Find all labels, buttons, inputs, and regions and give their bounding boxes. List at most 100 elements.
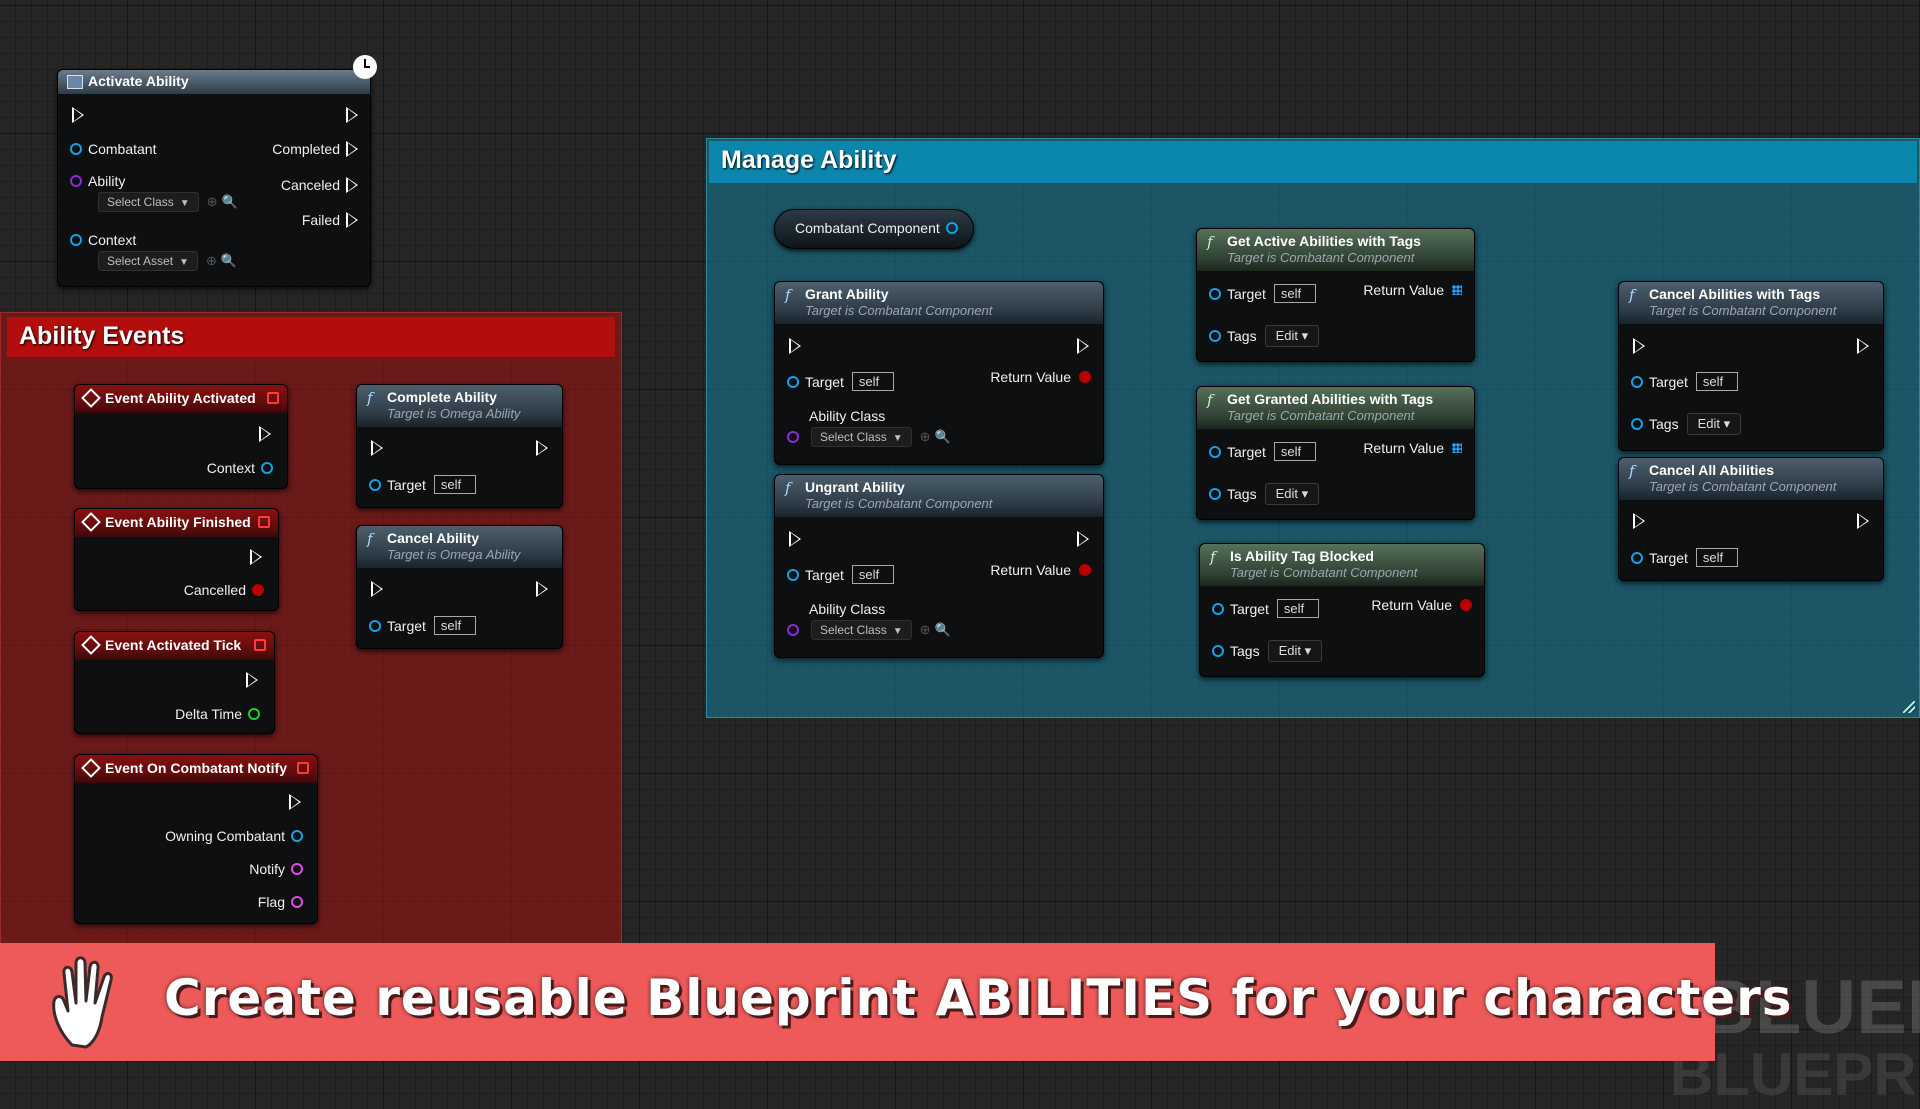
node-is-ability-tag-blocked[interactable]: f Is Ability Tag Blocked Target is Combata… [1199,543,1485,677]
edit-tags-button[interactable]: Edit ▾ [1267,640,1323,662]
return-value-pin[interactable] [1079,371,1091,383]
tags-pin[interactable] [1631,418,1643,430]
delegate-pin-icon[interactable] [258,516,270,528]
node-header[interactable]: Event Activated Tick [75,632,274,660]
exec-in-pin[interactable] [1633,513,1645,529]
combatant-pin[interactable] [70,143,82,155]
delegate-pin-icon[interactable] [297,762,309,774]
comment-header[interactable]: Manage Ability [709,141,1917,183]
exec-in-pin[interactable] [1633,338,1645,354]
use-selected-icon[interactable]: ⊕ [206,253,217,269]
delta-time-pin[interactable] [248,708,260,720]
self-value[interactable]: self [1695,372,1738,391]
node-header[interactable]: Event Ability Activated [75,385,287,413]
cancelled-bool-pin[interactable] [252,584,264,596]
node-header[interactable]: f Get Active Abilities with Tags Target is… [1197,229,1474,271]
self-value[interactable]: self [851,372,894,391]
target-pin[interactable] [1631,375,1643,388]
node-event-activated-tick[interactable]: Event Activated Tick Delta Time [74,631,275,734]
exec-out-pin[interactable] [1077,531,1089,547]
node-get-active-abilities-with-tags[interactable]: f Get Active Abilities with Tags Target is… [1196,228,1475,362]
target-pin[interactable] [787,375,799,388]
node-cancel-ability[interactable]: f Cancel Ability Target is Omega Ability T… [356,525,563,649]
node-cancel-all-abilities[interactable]: f Cancel All Abilities Target is Combatant… [1618,457,1884,581]
node-grant-ability[interactable]: f Grant Ability Target is Combatant Compon… [774,281,1104,465]
node-event-ability-activated[interactable]: Event Ability Activated Context [74,384,288,489]
return-value-pin[interactable] [1079,564,1091,576]
target-pin[interactable] [1209,445,1221,458]
select-class-dropdown[interactable]: Select Class ▼ [98,192,199,212]
node-ungrant-ability[interactable]: f Ungrant Ability Target is Combatant Comp… [774,474,1104,658]
target-pin[interactable] [369,619,381,632]
target-pin[interactable] [1209,287,1221,300]
ability-class-pin[interactable] [787,431,799,443]
node-complete-ability[interactable]: f Complete Ability Target is Omega Ability… [356,384,563,508]
ability-class-pin[interactable] [787,624,799,636]
node-get-granted-abilities-with-tags[interactable]: f Get Granted Abilities with Tags Target i… [1196,386,1475,520]
exec-in-pin[interactable] [789,338,801,354]
node-combatant-component[interactable]: Combatant Component [774,209,974,249]
self-value[interactable]: self [1695,548,1738,567]
delegate-pin-icon[interactable] [267,392,279,404]
node-header[interactable]: f Grant Ability Target is Combatant Compon… [775,282,1103,324]
self-value[interactable]: self [1276,599,1319,618]
browse-icon[interactable]: 🔍 [221,253,237,269]
target-pin[interactable] [1631,551,1643,564]
use-selected-icon[interactable]: ⊕ [920,622,931,638]
array-return-pin[interactable] [1452,443,1462,453]
node-event-ability-finished[interactable]: Event Ability Finished Cancelled [74,508,279,611]
exec-out-pin[interactable] [1857,338,1869,354]
self-value[interactable]: self [433,475,476,494]
exec-out-pin[interactable] [346,107,358,123]
context-pin[interactable] [261,462,273,474]
failed-exec-pin[interactable] [346,212,358,228]
use-selected-icon[interactable]: ⊕ [207,194,218,210]
exec-out-pin[interactable] [1077,338,1089,354]
node-header[interactable]: f Ungrant Ability Target is Combatant Comp… [775,475,1103,517]
exec-out-pin[interactable] [289,794,301,810]
array-return-pin[interactable] [1452,285,1462,295]
self-value[interactable]: self [433,616,476,635]
tags-pin[interactable] [1209,330,1221,342]
combatant-component-pin[interactable] [945,222,958,234]
node-header[interactable]: Activate Ability [58,70,370,94]
select-asset-dropdown[interactable]: Select Asset ▼ [98,251,198,271]
canceled-exec-pin[interactable] [346,177,358,193]
select-class-dropdown[interactable]: Select Class ▼ [811,620,912,640]
exec-out-pin[interactable] [250,549,262,565]
completed-exec-pin[interactable] [346,141,358,157]
owning-combatant-pin[interactable] [291,830,303,842]
edit-tags-button[interactable]: Edit ▾ [1264,483,1320,505]
node-header[interactable]: f Cancel Ability Target is Omega Ability [357,526,562,568]
exec-in-pin[interactable] [371,581,383,597]
select-class-dropdown[interactable]: Select Class ▼ [811,427,912,447]
node-header[interactable]: Event On Combatant Notify [75,755,317,783]
self-value[interactable]: self [1273,442,1316,461]
node-header[interactable]: f Cancel Abilities with Tags Target is Com… [1619,282,1883,324]
self-value[interactable]: self [851,565,894,584]
flag-pin[interactable] [291,896,303,908]
node-header[interactable]: f Is Ability Tag Blocked Target is Combata… [1200,544,1484,586]
delegate-pin-icon[interactable] [254,639,266,651]
browse-icon[interactable]: 🔍 [222,194,238,210]
exec-out-pin[interactable] [1857,513,1869,529]
node-header[interactable]: Event Ability Finished [75,509,278,537]
use-selected-icon[interactable]: ⊕ [920,429,931,445]
tags-pin[interactable] [1209,488,1221,500]
notify-pin[interactable] [291,863,303,875]
exec-out-pin[interactable] [536,581,548,597]
node-header[interactable]: f Get Granted Abilities with Tags Target i… [1197,387,1474,429]
exec-out-pin[interactable] [246,672,258,688]
comment-header[interactable]: Ability Events [7,317,615,357]
self-value[interactable]: self [1273,284,1316,303]
node-header[interactable]: f Cancel All Abilities Target is Combatant… [1619,458,1883,500]
exec-in-pin[interactable] [371,440,383,456]
node-event-on-combatant-notify[interactable]: Event On Combatant Notify Owning Combata… [74,754,318,924]
resize-handle-icon[interactable] [1903,701,1915,713]
target-pin[interactable] [787,568,799,581]
node-activate-ability[interactable]: Activate Ability Combatant Completed Abi… [57,69,371,287]
node-cancel-abilities-with-tags[interactable]: f Cancel Abilities with Tags Target is Com… [1618,281,1884,451]
edit-tags-button[interactable]: Edit ▾ [1686,413,1742,435]
exec-in-pin[interactable] [72,107,84,123]
edit-tags-button[interactable]: Edit ▾ [1264,325,1320,347]
